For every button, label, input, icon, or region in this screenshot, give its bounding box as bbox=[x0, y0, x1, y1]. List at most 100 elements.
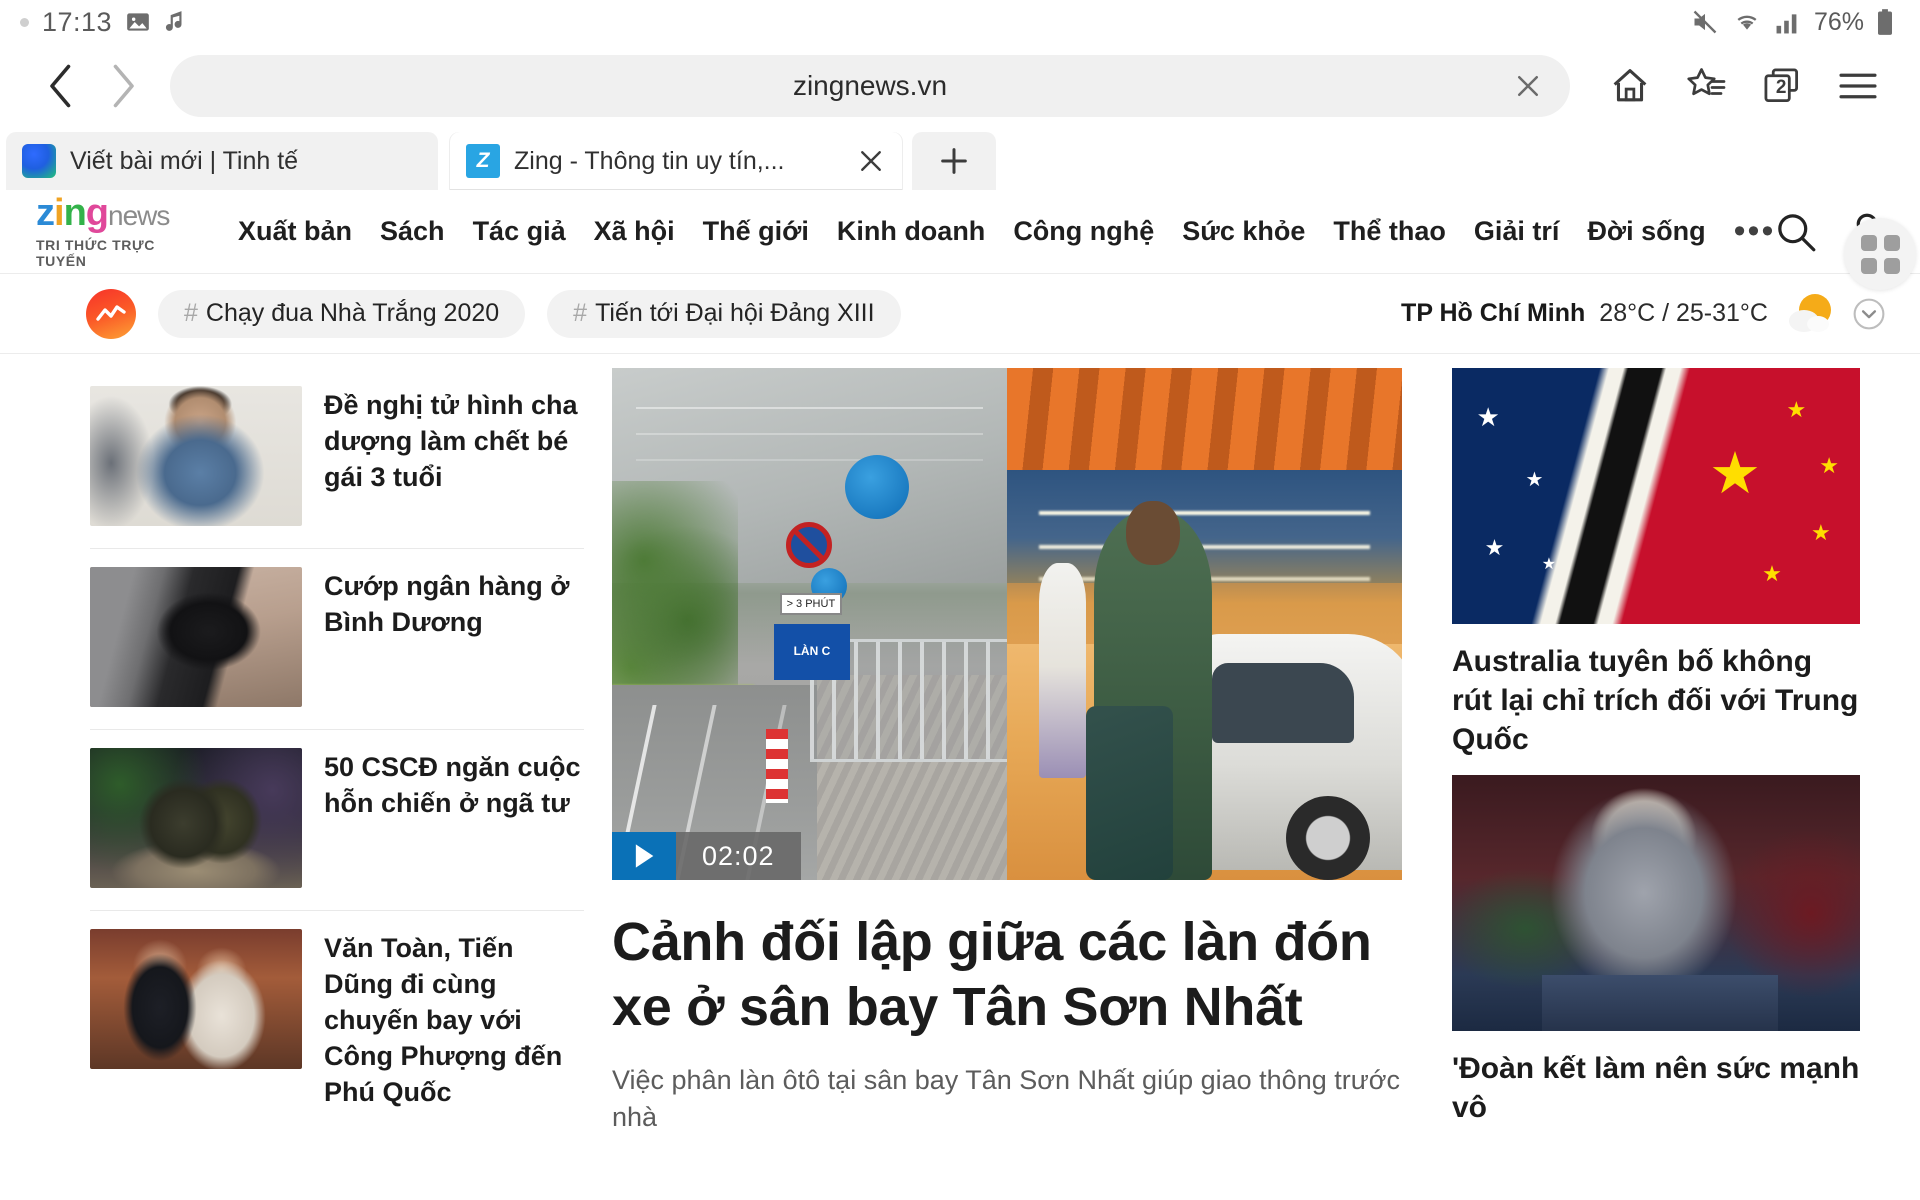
flag-star-icon: ★ bbox=[1819, 453, 1839, 479]
article-title[interactable]: Cướp ngân hàng ở Bình Dương bbox=[324, 567, 584, 707]
airport-lanes-split-photo: > 3 PHÚT LÀN C bbox=[612, 368, 1402, 880]
browser-tab-active[interactable]: Z Zing - Thông tin uy tín,... bbox=[450, 132, 902, 190]
article-title[interactable]: 'Đoàn kết làm nên sức mạnh vô bbox=[1452, 1049, 1860, 1127]
homepage-content: Đề nghị tử hình cha dượng làm chết bé gá… bbox=[0, 354, 1920, 1143]
grid-apps-icon[interactable] bbox=[1844, 218, 1916, 290]
battery-icon bbox=[1876, 8, 1894, 36]
article-title[interactable]: 50 CSCĐ ngăn cuộc hỗn chiến ở ngã tư bbox=[324, 748, 584, 888]
tab-strip: Viết bài mới | Tinh tế Z Zing - Thông ti… bbox=[0, 128, 1920, 190]
tab-title: Zing - Thông tin uy tín,... bbox=[514, 146, 785, 175]
nav-item-xuat-ban[interactable]: Xuất bản bbox=[238, 216, 352, 247]
mute-icon bbox=[1690, 8, 1720, 36]
weather-city: TP Hồ Chí Minh bbox=[1401, 299, 1586, 327]
luggage-bag bbox=[1086, 705, 1173, 880]
flag-star-icon: ★ bbox=[1541, 556, 1557, 574]
tab-count-label: 2 bbox=[1775, 76, 1787, 98]
list-item[interactable]: ★ ★ ★ ★ ★ ★ ★ ★ ★ Australia tuyên bố khô… bbox=[1452, 368, 1860, 759]
page-viewport: zingnews TRI THỨC TRỰC TUYẾN Xuất bản Sá… bbox=[0, 190, 1920, 1200]
nav-item-the-gioi[interactable]: Thế giới bbox=[703, 216, 809, 247]
url-bar[interactable]: zingnews.vn bbox=[170, 55, 1570, 117]
zing-favicon: Z bbox=[466, 144, 500, 178]
trending-chip-2[interactable]: # Tiến tới Đại hội Đảng XIII bbox=[547, 289, 901, 338]
tabs-button[interactable]: 2 bbox=[1744, 53, 1820, 119]
wedding-couple-photo bbox=[90, 929, 302, 1069]
back-button[interactable] bbox=[30, 55, 92, 117]
android-status-bar: 17:13 76% bbox=[0, 0, 1920, 44]
nav-item-tac-gia[interactable]: Tác giả bbox=[473, 216, 566, 247]
search-icon[interactable] bbox=[1775, 211, 1817, 253]
logo-letter-n: n bbox=[63, 192, 87, 234]
status-bar-clock: 17:13 bbox=[42, 6, 113, 37]
clear-url-button[interactable] bbox=[1508, 66, 1548, 106]
trending-zigzag-icon[interactable] bbox=[86, 288, 136, 339]
flag-star-icon: ★ bbox=[1786, 396, 1807, 422]
nav-item-doi-song[interactable]: Đời sống bbox=[1587, 216, 1705, 247]
car-wheel bbox=[1286, 796, 1371, 880]
traffic-post bbox=[766, 729, 789, 804]
article-thumbnail bbox=[90, 929, 302, 1069]
weather-temperature: 28°C / 25-31°C bbox=[1599, 299, 1768, 327]
trending-bar: # Chạy đua Nhà Trắng 2020 # Tiến tới Đại… bbox=[0, 274, 1920, 354]
article-title[interactable]: Australia tuyên bố không rút lại chỉ trí… bbox=[1452, 642, 1860, 759]
hash-icon: # bbox=[184, 299, 198, 327]
man-in-blue-shirt-photo bbox=[90, 386, 302, 526]
weather-widget[interactable]: TP Hồ Chí Minh 28°C / 25-31°C bbox=[1401, 290, 1886, 338]
article-thumbnail bbox=[90, 748, 302, 888]
article-title[interactable]: Đề nghị tử hình cha dượng làm chết bé gá… bbox=[324, 386, 584, 526]
list-item[interactable]: 50 CSCĐ ngăn cuộc hỗn chiến ở ngã tư bbox=[90, 729, 584, 910]
flag-star-icon: ★ bbox=[1525, 469, 1544, 492]
tinhte-favicon bbox=[22, 144, 56, 178]
nav-item-kinh-doanh[interactable]: Kinh doanh bbox=[837, 216, 985, 247]
nav-item-giai-tri[interactable]: Giải trí bbox=[1474, 216, 1560, 247]
browser-tab-inactive[interactable]: Viết bài mới | Tinh tế bbox=[6, 132, 438, 190]
music-note-icon bbox=[164, 9, 186, 35]
nav-item-cong-nghe[interactable]: Công nghệ bbox=[1013, 216, 1154, 247]
new-tab-button[interactable] bbox=[912, 132, 996, 190]
flag-star-icon: ★ bbox=[1709, 440, 1762, 506]
no-stopping-sign bbox=[785, 521, 832, 568]
hero-title[interactable]: Cảnh đối lập giữa các làn đón xe ở sân b… bbox=[612, 910, 1402, 1040]
article-thumbnail bbox=[90, 386, 302, 526]
nav-item-xa-hoi[interactable]: Xã hội bbox=[594, 216, 675, 247]
bookmarks-button[interactable] bbox=[1668, 53, 1744, 119]
hero-media[interactable]: > 3 PHÚT LÀN C 02:02 bbox=[612, 368, 1402, 880]
nav-item-sach[interactable]: Sách bbox=[380, 216, 445, 247]
wifi-icon bbox=[1732, 9, 1762, 35]
close-tab-button[interactable] bbox=[842, 146, 886, 176]
home-button[interactable] bbox=[1592, 53, 1668, 119]
list-item[interactable]: 'Đoàn kết làm nên sức mạnh vô bbox=[1452, 775, 1860, 1127]
flag-star-icon: ★ bbox=[1484, 534, 1505, 560]
nav-item-suc-khoe[interactable]: Sức khỏe bbox=[1182, 216, 1305, 247]
forward-button[interactable] bbox=[92, 55, 154, 117]
list-item[interactable]: Đề nghị tử hình cha dượng làm chết bé gá… bbox=[90, 368, 584, 548]
nav-more-icon[interactable]: ••• bbox=[1734, 214, 1776, 249]
chevron-down-circle-icon[interactable] bbox=[1852, 297, 1886, 331]
list-item[interactable]: Văn Toàn, Tiến Dũng đi cùng chuyến bay v… bbox=[90, 910, 584, 1133]
trending-chip-label: Chạy đua Nhà Trắng 2020 bbox=[205, 299, 500, 327]
article-title[interactable]: Văn Toàn, Tiến Dũng đi cùng chuyến bay v… bbox=[324, 929, 584, 1111]
video-badge[interactable]: 02:02 bbox=[612, 832, 801, 880]
logo-word-news: news bbox=[108, 200, 170, 231]
politician-at-podium-photo bbox=[1452, 775, 1860, 1031]
article-thumbnail: ★ ★ ★ ★ ★ ★ ★ ★ ★ bbox=[1452, 368, 1860, 624]
menu-button[interactable] bbox=[1820, 53, 1896, 119]
url-text: zingnews.vn bbox=[792, 70, 948, 101]
logo-letter-z: z bbox=[36, 192, 55, 234]
trending-chip-1[interactable]: # Chạy đua Nhà Trắng 2020 bbox=[158, 289, 526, 338]
orange-ceiling-beams bbox=[1007, 368, 1402, 481]
article-thumbnail bbox=[90, 567, 302, 707]
zingnews-logo[interactable]: zingnews TRI THỨC TRỰC TUYẾN bbox=[36, 194, 208, 269]
riot-police-photo bbox=[90, 748, 302, 888]
flag-star-icon: ★ bbox=[1476, 401, 1500, 432]
list-item[interactable]: Cướp ngân hàng ở Bình Dương bbox=[90, 548, 584, 729]
nav-item-the-thao[interactable]: Thể thao bbox=[1333, 216, 1446, 247]
grid-cell bbox=[1883, 257, 1900, 274]
play-icon[interactable] bbox=[612, 832, 676, 880]
hash-icon: # bbox=[573, 299, 588, 327]
battery-percent-label: 76% bbox=[1813, 7, 1864, 36]
article-thumbnail bbox=[1452, 775, 1860, 1031]
logo-letter-i: i bbox=[54, 192, 65, 234]
browser-chrome: zingnews.vn 2 Viết bài mới | Tinh tế Z Z… bbox=[0, 44, 1920, 190]
grid-cell bbox=[1860, 234, 1877, 251]
hero-article: > 3 PHÚT LÀN C 02:02 Cảnh đối lập giữa c… bbox=[612, 368, 1402, 1143]
